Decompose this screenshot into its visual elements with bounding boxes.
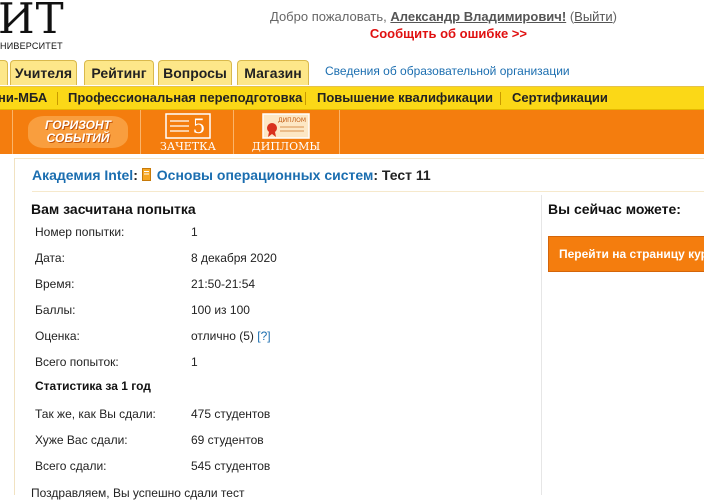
content-border-left [14,158,15,495]
welcome-prefix: Добро пожаловать, [270,9,387,24]
horizon-line-1: ГОРИЗОНТ [45,118,111,132]
bar-divider [339,110,340,154]
breadcrumb-divider [32,191,704,192]
actions-title: Вы сейчас можете: [548,201,681,217]
logout-close-paren: ) [612,9,617,24]
tab-rating[interactable]: Рейтинг [84,60,154,85]
breadcrumb: Академия Intel: Основы операционных сист… [32,167,431,184]
breadcrumb-academy[interactable]: Академия Intel [32,167,133,183]
tab-teachers[interactable]: Учителя [10,60,77,85]
row-value: 69 студентов [191,433,264,447]
congrats-text: Поздравляем, Вы успешно сдали тест [31,486,245,500]
row-value: 100 из 100 [191,303,250,317]
nav-qualification[interactable]: Повышение квалификации [317,90,493,105]
row-value: отлично (5) [?] [191,329,271,343]
row-label: Всего попыток: [35,355,119,369]
diploma-icon-text: ДИПЛОМ [278,117,306,124]
diplomas-label[interactable]: ДИПЛОМЫ [248,140,324,153]
horizon-events-label: ГОРИЗОНТ СОБЫТИЙ [28,119,128,145]
site-logo[interactable]: ИТ НИВЕРСИТЕТ [0,0,70,56]
welcome-line: Добро пожаловать, Александр Владимирович… [270,9,617,24]
breadcrumb-test: Тест 11 [381,167,431,183]
nav-separator [305,92,306,105]
nav-separator [57,92,58,105]
row-value: 21:50-21:54 [191,277,256,291]
logo-subtitle: НИВЕРСИТЕТ [0,41,63,51]
row-label: Хуже Вас сдали: [35,433,128,447]
nav-certification[interactable]: Сертификации [512,90,608,105]
stats-title: Статистика за 1 год [35,379,151,393]
tab-questions[interactable]: Вопросы [158,60,232,85]
grade-help-link[interactable]: [?] [257,329,270,343]
row-value: 1 [191,225,198,239]
go-to-course-button[interactable]: Перейти на страницу курса [548,236,704,272]
row-label: Так же, как Вы сдали: [35,407,156,421]
gradebook-number: 5 [193,114,206,138]
row-label: Время: [35,277,75,291]
row-label: Дата: [35,251,65,265]
logo-text: ИТ [0,0,65,43]
breadcrumb-separator: : [133,167,138,183]
nav-separator [500,92,501,105]
org-info-link[interactable]: Сведения об образовательной организации [325,64,570,78]
user-name-link[interactable]: Александр Владимирович! [390,9,566,24]
program-nav: ни-МБА Профессиональная переподготовка П… [0,87,704,110]
bar-divider [233,110,234,154]
tab-partial[interactable] [0,60,8,85]
services-bar: ГОРИЗОНТ СОБЫТИЙ 5 ЗАЧЕТКА ДИПЛОМ ДИПЛОМ… [0,110,704,154]
gradebook-label[interactable]: ЗАЧЕТКА [149,140,227,153]
report-error-link[interactable]: Сообщить об ошибке >> [370,26,527,41]
diploma-icon[interactable]: ДИПЛОМ [262,113,310,143]
row-value: 545 студентов [191,459,271,473]
nav-mini-mba[interactable]: ни-МБА [0,90,47,105]
row-label: Номер попытки: [35,225,125,239]
grade-value: отлично (5) [191,329,254,343]
row-value: 1 [191,355,198,369]
horizon-line-2: СОБЫТИЙ [46,131,110,145]
breadcrumb-separator: : [373,167,379,183]
content-border-top [14,158,704,159]
breadcrumb-course[interactable]: Основы операционных систем [157,167,374,183]
row-label: Оценка: [35,329,80,343]
go-to-course-label: Перейти на страницу курса [559,247,704,261]
row-value: 8 декабря 2020 [191,251,277,265]
column-divider [541,195,542,495]
row-label: Баллы: [35,303,76,317]
bar-divider [12,110,13,154]
row-value: 475 студентов [191,407,271,421]
row-label: Всего сдали: [35,459,107,473]
gradebook-icon[interactable]: 5 [165,113,211,143]
horizon-events-button[interactable]: ГОРИЗОНТ СОБЫТИЙ [28,116,128,148]
book-icon [141,168,151,184]
bar-divider [140,110,141,154]
attempt-title: Вам засчитана попытка [31,201,196,217]
tab-shop[interactable]: Магазин [237,60,309,85]
logout-link[interactable]: Выйти [574,9,613,24]
nav-retraining[interactable]: Профессиональная переподготовка [68,90,302,105]
